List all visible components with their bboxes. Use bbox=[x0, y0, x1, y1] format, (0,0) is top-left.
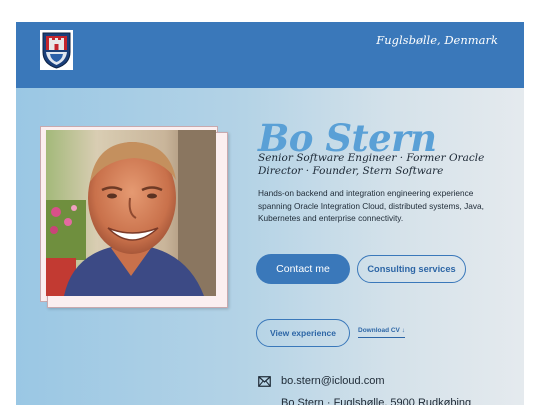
hero-section: Bo Stern Senior Software Engineer · Form… bbox=[16, 88, 524, 405]
address-icon bbox=[258, 398, 271, 405]
address-text: Bo Stern · Fuglsbølle, 5900 Rudkøbing bbox=[281, 397, 472, 405]
contact-me-button[interactable]: Contact me bbox=[256, 254, 350, 284]
page: Fuglsbølle, Denmark Bo Stern Senior Soft… bbox=[16, 22, 524, 405]
site-header: Fuglsbølle, Denmark bbox=[16, 22, 524, 88]
email-link[interactable]: bo.stern@icloud.com bbox=[281, 375, 385, 387]
consulting-services-button[interactable]: Consulting services bbox=[357, 255, 466, 283]
download-cv-link[interactable]: Download CV ↓ bbox=[358, 327, 405, 338]
email-row: bo.stern@icloud.com bbox=[258, 375, 385, 387]
envelope-icon bbox=[258, 375, 271, 387]
hero-blurb: Hands-on backend and integration enginee… bbox=[258, 188, 484, 223]
location-text: Fuglsbølle, Denmark bbox=[376, 33, 498, 47]
view-experience-button[interactable]: View experience bbox=[256, 319, 350, 347]
coat-of-arms-icon[interactable] bbox=[40, 30, 73, 70]
address-row: Bo Stern · Fuglsbølle, 5900 Rudkøbing bbox=[258, 397, 471, 405]
profile-photo bbox=[46, 130, 216, 296]
hero-roles: Senior Software Engineer · Former Oracle… bbox=[258, 152, 485, 177]
